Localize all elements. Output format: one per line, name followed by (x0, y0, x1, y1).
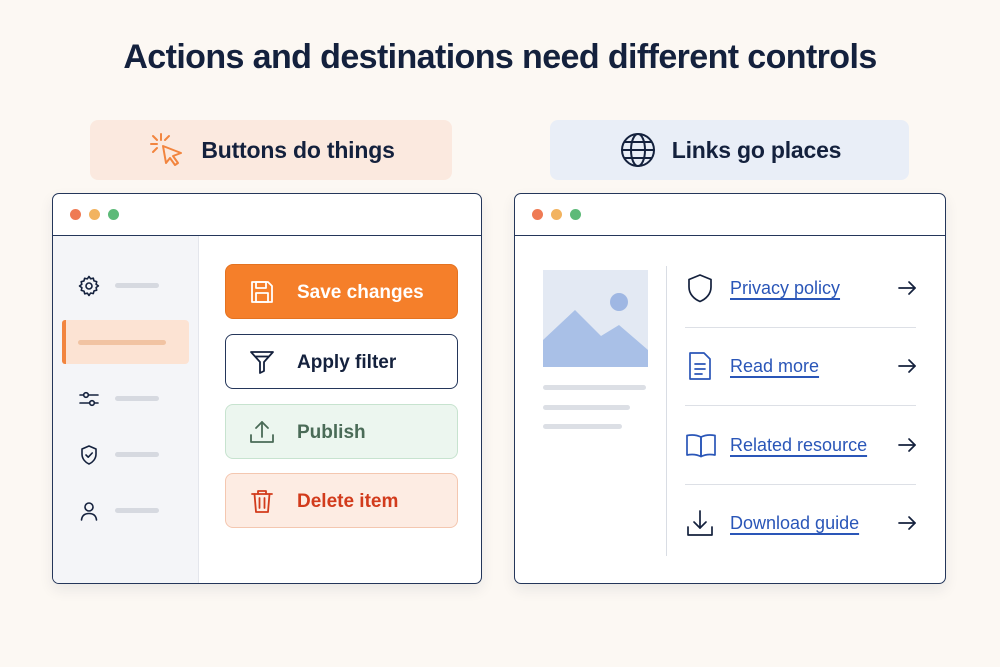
minimize-dot[interactable] (551, 209, 562, 220)
sidebar-item-profile[interactable] (53, 488, 199, 532)
save-changes-label: Save changes (297, 282, 424, 303)
publish-button[interactable]: Publish (225, 404, 458, 459)
sidebar-item-settings[interactable] (53, 263, 199, 307)
arrow-right-icon (896, 512, 918, 539)
download-icon (685, 507, 715, 544)
text-placeholder-line (543, 424, 622, 429)
upload-icon (248, 418, 276, 452)
window-titlebar (53, 194, 481, 236)
globe-icon (618, 130, 658, 170)
page-title: Actions and destinations need different … (123, 38, 877, 76)
sliders-icon (77, 387, 101, 416)
maximize-dot[interactable] (570, 209, 581, 220)
link-read-more[interactable]: Read more (685, 327, 916, 406)
buttons-window: Save changes Apply filter Publish Delete… (52, 193, 482, 584)
sidebar-item-placeholder (115, 283, 159, 288)
delete-item-button[interactable]: Delete item (225, 473, 458, 528)
privacy-policy-label[interactable]: Privacy policy (730, 278, 840, 299)
cursor-click-icon (147, 130, 187, 170)
trash-icon (248, 487, 276, 521)
text-placeholder-line (543, 385, 646, 390)
buttons-heading: Buttons do things (201, 136, 395, 163)
download-guide-label[interactable]: Download guide (730, 513, 859, 534)
text-placeholder-line (543, 405, 630, 410)
sidebar-item-placeholder (78, 340, 166, 345)
sidebar-item-adjustments[interactable] (53, 376, 199, 420)
apply-filter-label: Apply filter (297, 352, 397, 373)
sidebar-item-placeholder (115, 396, 159, 401)
shield-check-icon (77, 443, 101, 472)
close-dot[interactable] (70, 209, 81, 220)
image-placeholder-icon (543, 270, 648, 367)
link-related-resource[interactable]: Related resource (685, 406, 916, 485)
link-privacy-policy[interactable]: Privacy policy (685, 249, 916, 328)
read-more-label[interactable]: Read more (730, 356, 819, 377)
related-resource-label[interactable]: Related resource (730, 435, 867, 456)
user-icon (77, 499, 101, 528)
sidebar (53, 236, 199, 583)
arrow-right-icon (896, 355, 918, 382)
buttons-heading-pill: Buttons do things (90, 120, 452, 180)
link-download-guide[interactable]: Download guide (685, 484, 916, 563)
shield-icon (685, 272, 715, 309)
book-icon (685, 429, 717, 466)
close-dot[interactable] (532, 209, 543, 220)
sidebar-item-placeholder (115, 452, 159, 457)
gear-icon (77, 274, 101, 303)
delete-item-label: Delete item (297, 491, 399, 512)
publish-label: Publish (297, 422, 366, 443)
sidebar-item-active[interactable] (62, 320, 189, 364)
links-heading-pill: Links go places (550, 120, 909, 180)
maximize-dot[interactable] (108, 209, 119, 220)
minimize-dot[interactable] (89, 209, 100, 220)
links-window: Privacy policy Read more Related resourc… (514, 193, 946, 584)
filter-icon (248, 348, 276, 382)
sidebar-item-security[interactable] (53, 432, 199, 476)
sidebar-item-placeholder (115, 508, 159, 513)
arrow-right-icon (896, 434, 918, 461)
arrow-right-icon (896, 277, 918, 304)
column-divider (666, 266, 667, 556)
save-icon (248, 278, 276, 312)
links-heading: Links go places (671, 136, 842, 163)
apply-filter-button[interactable]: Apply filter (225, 334, 458, 389)
save-changes-button[interactable]: Save changes (225, 264, 458, 319)
window-titlebar (515, 194, 945, 236)
document-icon (685, 350, 715, 387)
